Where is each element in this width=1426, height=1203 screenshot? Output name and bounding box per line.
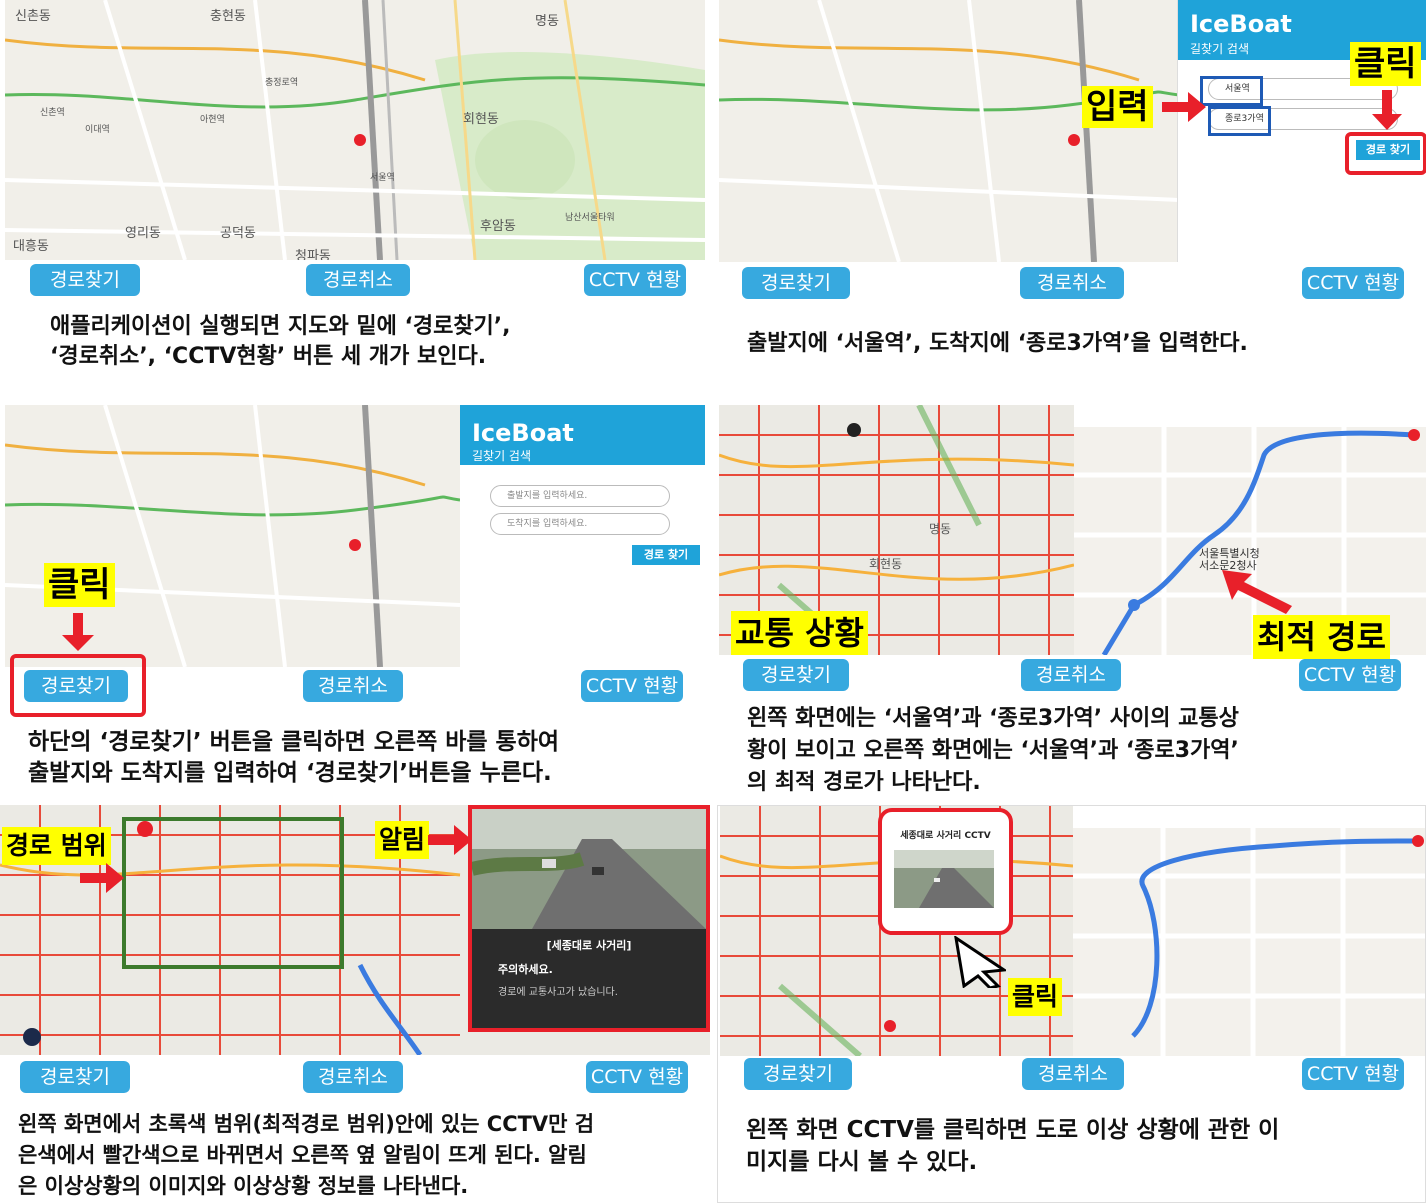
find-route-button[interactable]: 경로찾기 (24, 670, 128, 702)
arrow-down-icon (1372, 90, 1402, 130)
cctv-image (472, 809, 706, 929)
caption-line: 출발지와 도착지를 입력하여 ‘경로찾기’버튼을 누른다. (28, 760, 552, 786)
alert-message: 경로에 교통사고가 났습니다. (498, 987, 618, 998)
caption-line: 왼쪽 화면에는 ‘서울역’과 ‘종로3가역’ 사이의 교통상 (747, 706, 1239, 731)
map-label: 청파동 (295, 249, 331, 260)
cctv-popup[interactable]: 세종대로 사거리 CCTV (878, 808, 1013, 935)
find-route-button[interactable]: 경로찾기 (744, 1058, 852, 1090)
cctv-image (894, 850, 994, 908)
map-label: 회현동 (869, 557, 903, 571)
caption-line: 은색에서 빨간색으로 바뀌면서 오른쪽 옆 알림이 뜨게 된다. 알림 (18, 1143, 587, 1167)
cctv-status-button[interactable]: CCTV 현황 (1299, 659, 1401, 691)
route-map[interactable] (1073, 806, 1425, 1056)
route-range-box (122, 817, 344, 969)
map-label: 공덕동 (220, 226, 256, 241)
map-label: 후암동 (480, 219, 516, 234)
cancel-route-button[interactable]: 경로취소 (306, 264, 410, 296)
cancel-route-button[interactable]: 경로취소 (303, 1061, 403, 1093)
map-label: 명동 (535, 14, 559, 29)
cctv-status-button[interactable]: CCTV 현황 (1302, 1058, 1404, 1090)
destination-input[interactable]: 도착지를 입력하세요. (490, 513, 670, 535)
arrow-up-left-icon (1222, 570, 1292, 614)
app-title: IceBoat (1190, 10, 1292, 38)
caption-line: 미지를 다시 볼 수 있다. (746, 1149, 978, 1175)
caption-line: 은 이상상황의 이미지와 이상상황 정보를 나타낸다. (18, 1174, 469, 1198)
cctv-status-button[interactable]: CCTV 현황 (581, 670, 683, 702)
route-search-sidebar: IceBoat 길찾기 검색 출발지를 입력하세요. 도착지를 입력하세요. 경… (460, 405, 705, 667)
alert-heading: 주의하세요. (498, 963, 553, 976)
caption-line: 황이 보이고 오른쪽 화면에는 ‘서울역’과 ‘종로3가역’ (747, 738, 1239, 763)
route-callout: 최적 경로 (1253, 615, 1390, 659)
caption-line: 하단의 ‘경로찾기’ 버튼을 클릭하면 오른쪽 바를 통하여 (28, 729, 560, 755)
map-label: 충정로역 (265, 78, 299, 88)
panel-1: 신촌동 충현동 신촌역 이대역 아현역 충정로역 서울역 명동 회현동 후암동 … (0, 0, 708, 395)
caption-line: 의 최적 경로가 나타난다. (747, 770, 981, 795)
map-label: 아현역 (200, 115, 225, 125)
map-label: 영리동 (125, 226, 161, 241)
map-label: 남산서울타워 (565, 213, 615, 223)
map-label: 신촌동 (15, 9, 51, 24)
cctv-status-button[interactable]: CCTV 현황 (584, 264, 686, 296)
cancel-route-button[interactable]: 경로취소 (303, 670, 403, 702)
dest-highlight-box (1208, 106, 1271, 136)
app-subtitle: 길찾기 검색 (472, 449, 532, 463)
map-label: 충현동 (210, 9, 246, 24)
cctv-popup-title: 세종대로 사거리 CCTV (900, 831, 991, 841)
panel-2: IceBoat 길찾기 검색 서울역 종로3가역 경로 찾기 입력 클릭 경로찾… (717, 0, 1426, 395)
sidebar-header: IceBoat 길찾기 검색 (460, 405, 705, 465)
map-label: 신촌역 (40, 108, 65, 118)
click-callout: 클릭 (44, 563, 115, 607)
find-route-button[interactable]: 경로찾기 (742, 267, 850, 299)
panel-6: 세종대로 사거리 CCTV 클릭 경로찾기 경로취소 CCTV 현황 왼쪽 화면… (717, 805, 1426, 1203)
cancel-route-button[interactable]: 경로취소 (1021, 659, 1121, 691)
map-label: 이대역 (85, 125, 110, 135)
arrow-right-icon (80, 863, 124, 893)
panel-5: 경로 범위 알림 [세종대로 사거리] 주의하세요. 경로에 교통사고가 났습니… (0, 805, 710, 1203)
cancel-route-button[interactable]: 경로취소 (1022, 1058, 1124, 1090)
map-label: 명동 (929, 522, 952, 536)
caption-line: 출발지에 ‘서울역’, 도착지에 ‘종로3가역’을 입력한다. (747, 331, 1248, 356)
find-route-button[interactable]: 경로찾기 (30, 264, 140, 296)
origin-highlight-box (1200, 76, 1263, 106)
cctv-status-button[interactable]: CCTV 현황 (1302, 267, 1404, 299)
map-view[interactable]: 신촌동 충현동 신촌역 이대역 아현역 충정로역 서울역 명동 회현동 후암동 … (5, 0, 705, 260)
arrow-right-icon (1162, 92, 1206, 122)
cctv-status-button[interactable]: CCTV 현황 (586, 1061, 688, 1093)
range-callout: 경로 범위 (2, 827, 111, 865)
panel-3: IceBoat 길찾기 검색 출발지를 입력하세요. 도착지를 입력하세요. 경… (0, 405, 708, 800)
input-callout: 입력 (1082, 86, 1153, 128)
caption-line: 애플리케이션이 실행되면 지도와 밑에 ‘경로찾기’, (50, 314, 511, 339)
click-callout: 클릭 (1008, 978, 1063, 1016)
arrow-right-icon (428, 825, 472, 855)
map-label: 대흥동 (13, 239, 49, 254)
alert-callout: 알림 (375, 821, 430, 859)
app-subtitle: 길찾기 검색 (1190, 42, 1250, 56)
find-route-button[interactable]: 경로찾기 (743, 659, 849, 691)
arrow-down-icon (62, 613, 94, 651)
map-label: 서울역 (370, 173, 395, 183)
map-label: 회현동 (463, 112, 499, 127)
find-route-sidebar-button[interactable]: 경로 찾기 (632, 545, 700, 565)
caption-line: 왼쪽 화면에서 초록색 범위(최적경로 범위)안에 있는 CCTV만 검 (18, 1112, 595, 1136)
route-search-sidebar: IceBoat 길찾기 검색 서울역 종로3가역 경로 찾기 (1177, 0, 1426, 262)
click-target-box (1345, 132, 1426, 175)
find-route-button[interactable]: 경로찾기 (20, 1061, 130, 1093)
app-title: IceBoat (472, 419, 574, 447)
traffic-callout: 교통 상황 (731, 611, 868, 655)
click-callout: 클릭 (1350, 42, 1421, 86)
cancel-route-button[interactable]: 경로취소 (1020, 267, 1124, 299)
alert-title: [세종대로 사거리] (546, 939, 632, 952)
caption-line: ‘경로취소’, ‘CCTV현황’ 버튼 세 개가 보인다. (50, 344, 487, 369)
map-view[interactable] (719, 0, 1179, 262)
caption-line: 왼쪽 화면 CCTV를 클릭하면 도로 이상 상황에 관한 이 (746, 1117, 1280, 1143)
origin-input[interactable]: 출발지를 입력하세요. (490, 485, 670, 507)
cursor-icon (954, 936, 1006, 988)
alert-popup[interactable]: [세종대로 사거리] 주의하세요. 경로에 교통사고가 났습니다. (468, 805, 710, 1032)
panel-4: 명동 회현동 서울특별시청 서소문2청사 교통 상황 최적 경로 경로찾기 경로… (717, 405, 1426, 800)
